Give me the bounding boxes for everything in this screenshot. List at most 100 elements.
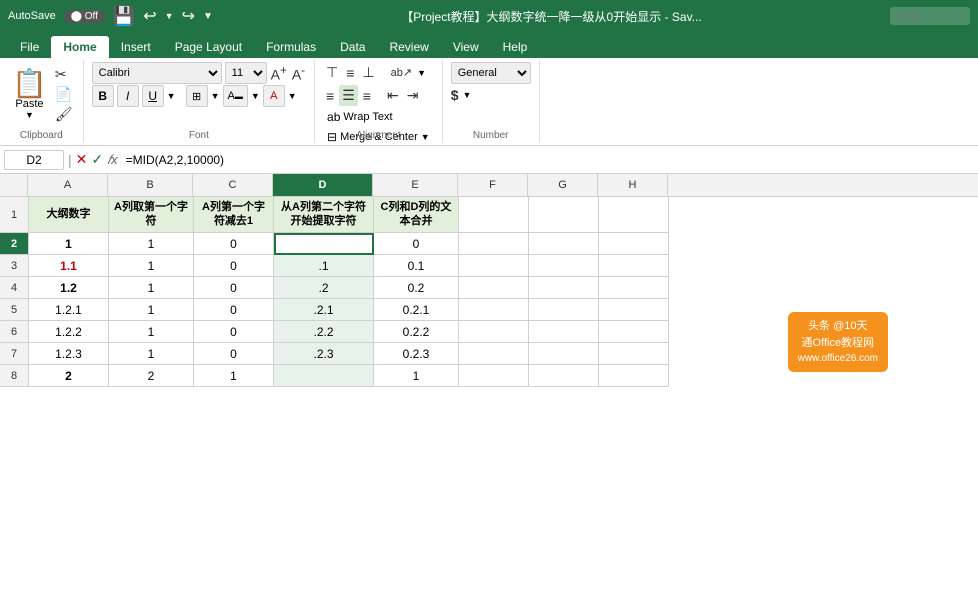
cell-b4[interactable]: 1	[109, 277, 194, 299]
row-num-7[interactable]: 7	[0, 343, 28, 365]
cell-f4[interactable]	[459, 277, 529, 299]
customize-icon[interactable]: ▼	[203, 11, 213, 22]
orientation-button[interactable]: ab↗	[388, 64, 415, 81]
copy-button[interactable]: 📄	[53, 85, 75, 104]
dollar-button[interactable]: $	[451, 87, 459, 103]
font-shrink-button[interactable]: A-	[291, 63, 306, 84]
cell-h5[interactable]	[599, 299, 669, 321]
cell-d7[interactable]: .2.3	[274, 343, 374, 365]
cell-f7[interactable]	[459, 343, 529, 365]
cell-d3[interactable]: .1	[274, 255, 374, 277]
cell-e2[interactable]: 0	[374, 233, 459, 255]
cell-f8[interactable]	[459, 365, 529, 387]
font-name-select[interactable]: Calibri	[92, 62, 222, 84]
cell-b8[interactable]: 2	[109, 365, 194, 387]
cell-e5[interactable]: 0.2.1	[374, 299, 459, 321]
row-num-4[interactable]: 4	[0, 277, 28, 299]
cell-b1[interactable]: A列取第一个字符	[109, 197, 194, 233]
confirm-formula-icon[interactable]: ✓	[91, 151, 103, 168]
fill-color-button[interactable]: A▬	[223, 85, 248, 107]
col-header-g[interactable]: G	[528, 174, 598, 196]
font-color-dropdown[interactable]: ▼	[288, 91, 297, 101]
row-num-1[interactable]: 1	[0, 197, 28, 233]
col-header-c[interactable]: C	[193, 174, 273, 196]
cell-g6[interactable]	[529, 321, 599, 343]
tab-help[interactable]: Help	[491, 36, 540, 58]
font-color-button[interactable]: A	[263, 85, 285, 107]
save-icon[interactable]: 💾	[113, 6, 135, 27]
cell-a1[interactable]: 大纲数字	[29, 197, 109, 233]
row-num-5[interactable]: 5	[0, 299, 28, 321]
cell-h1[interactable]	[599, 197, 669, 233]
cell-h6[interactable]	[599, 321, 669, 343]
cell-b3[interactable]: 1	[109, 255, 194, 277]
col-header-a[interactable]: A	[28, 174, 108, 196]
cell-a5[interactable]: 1.2.1	[29, 299, 109, 321]
cell-c3[interactable]: 0	[194, 255, 274, 277]
cell-d5[interactable]: .2.1	[274, 299, 374, 321]
row-num-8[interactable]: 8	[0, 365, 28, 387]
border-button[interactable]: ⊞	[186, 85, 208, 107]
cell-f5[interactable]	[459, 299, 529, 321]
border-dropdown[interactable]: ▼	[211, 91, 220, 101]
format-painter-button[interactable]: 🖌	[53, 105, 75, 124]
tab-data[interactable]: Data	[328, 36, 377, 58]
cell-h8[interactable]	[599, 365, 669, 387]
undo-dropdown-icon[interactable]: ▼	[165, 11, 174, 21]
tab-page-layout[interactable]: Page Layout	[163, 36, 254, 58]
cell-reference-input[interactable]	[4, 150, 64, 170]
row-num-3[interactable]: 3	[0, 255, 28, 277]
cell-g3[interactable]	[529, 255, 599, 277]
align-bottom-button[interactable]: ⊥	[359, 62, 377, 83]
cell-a2[interactable]: 1	[29, 233, 109, 255]
cell-d8[interactable]	[274, 365, 374, 387]
underline-button[interactable]: U	[142, 85, 164, 107]
cell-a3[interactable]: 1.1	[29, 255, 109, 277]
cell-g7[interactable]	[529, 343, 599, 365]
tab-review[interactable]: Review	[377, 36, 440, 58]
tab-formulas[interactable]: Formulas	[254, 36, 328, 58]
cell-a4[interactable]: 1.2	[29, 277, 109, 299]
cell-b2[interactable]: 1	[109, 233, 194, 255]
cell-d4[interactable]: .2	[274, 277, 374, 299]
cell-g2[interactable]	[529, 233, 599, 255]
cell-a6[interactable]: 1.2.2	[29, 321, 109, 343]
bold-button[interactable]: B	[92, 85, 114, 107]
col-header-d[interactable]: D	[273, 174, 373, 196]
cell-b7[interactable]: 1	[109, 343, 194, 365]
cell-c6[interactable]: 0	[194, 321, 274, 343]
cell-c5[interactable]: 0	[194, 299, 274, 321]
dollar-dropdown[interactable]: ▼	[462, 90, 471, 100]
tab-view[interactable]: View	[441, 36, 491, 58]
tab-insert[interactable]: Insert	[109, 36, 163, 58]
col-header-e[interactable]: E	[373, 174, 458, 196]
cell-c1[interactable]: A列第一个字符减去1	[194, 197, 274, 233]
tab-home[interactable]: Home	[51, 36, 108, 58]
align-middle-button[interactable]: ≡	[343, 63, 357, 83]
cell-g4[interactable]	[529, 277, 599, 299]
cell-f2[interactable]	[459, 233, 529, 255]
cell-f3[interactable]	[459, 255, 529, 277]
align-top-button[interactable]: ⊤	[323, 62, 341, 83]
col-header-h[interactable]: H	[598, 174, 668, 196]
cell-e6[interactable]: 0.2.2	[374, 321, 459, 343]
cell-d1[interactable]: 从A列第二个字符开始提取字符	[274, 197, 374, 233]
align-center-button[interactable]: ☰	[339, 85, 358, 106]
paste-button[interactable]: 📋 Paste ▼	[8, 68, 51, 122]
underline-dropdown[interactable]: ▼	[167, 91, 176, 101]
col-header-b[interactable]: B	[108, 174, 193, 196]
cell-f6[interactable]	[459, 321, 529, 343]
cell-e3[interactable]: 0.1	[374, 255, 459, 277]
fill-dropdown[interactable]: ▼	[251, 91, 260, 101]
cell-f1[interactable]	[459, 197, 529, 233]
cell-c8[interactable]: 1	[194, 365, 274, 387]
autosave-toggle[interactable]: ⬤ Off	[64, 10, 105, 23]
font-grow-button[interactable]: A+	[270, 63, 288, 84]
cell-c2[interactable]: 0	[194, 233, 274, 255]
cell-g5[interactable]	[529, 299, 599, 321]
cell-c7[interactable]: 0	[194, 343, 274, 365]
cancel-formula-icon[interactable]: ✕	[76, 151, 88, 168]
cell-b6[interactable]: 1	[109, 321, 194, 343]
align-left-button[interactable]: ≡	[323, 86, 337, 106]
formula-input[interactable]	[122, 151, 974, 169]
